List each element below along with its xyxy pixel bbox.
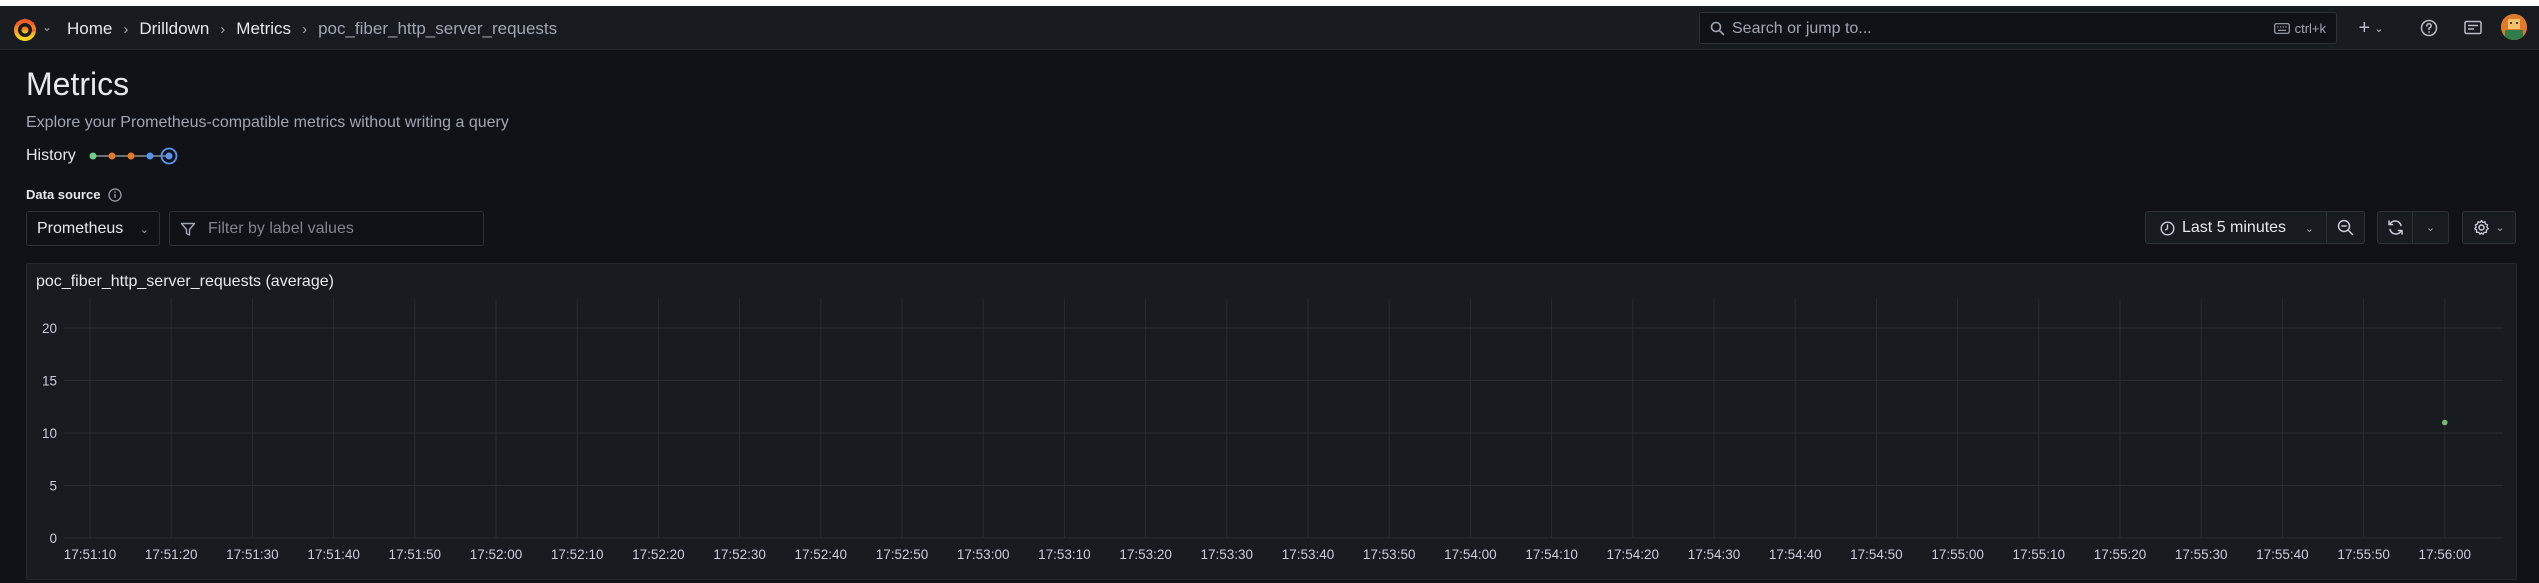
clock-icon [2160,221,2175,241]
plus-icon: + [2358,16,2371,39]
datasource-select[interactable]: Prometheus ⌄ [26,211,160,246]
x-tick-label: 17:53:00 [957,547,1010,562]
breadcrumb-home[interactable]: Home [67,19,112,39]
x-tick-label: 17:51:50 [389,547,442,562]
chevron-down-icon: ⌄ [2425,222,2436,234]
y-tick-label: 20 [42,321,57,336]
news-button[interactable] [2460,15,2486,41]
time-series-chart: 0 5 10 15 20 17:51:10 17:51:20 17:51:30 17:51:40… [42,299,2503,562]
zoom-out-button[interactable] [2327,211,2365,244]
label-filter-field[interactable] [169,211,484,246]
top-nav-bar: ⌄ Home › Drilldown › Metrics › poc_fiber… [0,6,2539,50]
history-timeline [89,147,178,165]
chevron-down-icon: ⌄ [139,224,149,236]
x-tick-label: 17:53:30 [1201,547,1254,562]
y-tick-label: 10 [42,426,57,441]
avatar[interactable] [2501,14,2527,40]
grafana-logo-icon[interactable] [12,16,40,42]
x-tick-label: 17:52:30 [713,547,766,562]
x-tick-label: 17:55:10 [2013,547,2066,562]
refresh-interval-dropdown[interactable]: ⌄ [2413,211,2449,244]
breadcrumb-separator-icon: › [302,20,308,38]
x-tick-label: 17:55:00 [1931,547,1984,562]
x-tick-label: 17:53:50 [1363,547,1416,562]
chevron-down-icon: ⌄ [2495,222,2505,234]
help-icon [2420,19,2438,37]
chevron-down-icon: ⌄ [2304,223,2314,235]
breadcrumb-separator-icon: › [220,20,226,38]
x-tick-label: 17:52:00 [470,547,523,562]
breadcrumb-metrics[interactable]: Metrics [236,19,291,39]
page-subtitle: Explore your Prometheus-compatible metri… [26,114,509,131]
time-range-label: Last 5 minutes [2182,219,2287,236]
history-step[interactable] [127,152,135,160]
x-tick-label: 17:51:20 [145,547,198,562]
info-icon[interactable] [108,187,123,202]
y-tick-label: 15 [42,374,57,389]
x-tick-label: 17:54:10 [1525,547,1578,562]
x-tick-label: 17:55:50 [2337,547,2390,562]
help-button[interactable] [2416,15,2442,41]
search-shortcut-label: ctrl+k [2294,21,2326,36]
history-step[interactable] [146,152,154,160]
add-new-button[interactable]: + ⌄ [2352,15,2390,41]
datasource-value: Prometheus [37,219,124,237]
x-tick-label: 17:51:30 [226,547,279,562]
search-shortcut: ctrl+k [2273,21,2326,36]
x-tick-label: 17:51:40 [307,547,360,562]
breadcrumb-current-metric: poc_fiber_http_server_requests [318,19,558,38]
x-tick-label: 17:53:10 [1038,547,1091,562]
search-bar[interactable]: Search or jump to... ctrl+k [1699,12,2337,44]
time-range-picker[interactable]: Last 5 minutes ⌄ [2145,211,2327,244]
zoom-out-icon [2337,219,2354,236]
label-filter-input[interactable] [208,218,478,240]
refresh-button[interactable] [2377,211,2413,244]
logo-chevron-down-icon[interactable]: ⌄ [42,20,52,34]
x-tick-label: 17:53:40 [1282,547,1335,562]
x-tick-label: 17:55:30 [2175,547,2228,562]
x-tick-label: 17:54:40 [1769,547,1822,562]
x-tick-label: 17:55:20 [2094,547,2147,562]
news-icon [2464,20,2482,35]
filter-icon [180,222,196,242]
x-tick-label: 17:54:00 [1444,547,1497,562]
history-step[interactable] [108,152,116,160]
breadcrumb-drilldown[interactable]: Drilldown [139,19,209,39]
history-label: History [26,147,76,164]
x-tick-label: 17:55:40 [2256,547,2309,562]
x-tick-label: 17:51:10 [64,547,117,562]
y-tick-label: 5 [49,479,57,494]
y-tick-label: 0 [49,531,57,546]
search-placeholder: Search or jump to... [1732,20,1872,37]
history-bar: History [26,146,188,166]
datasource-label-row: Data source [26,187,123,202]
settings-button[interactable]: ⌄ [2462,211,2516,244]
gear-icon [2474,219,2490,235]
x-tick-label: 17:56:00 [2419,547,2472,562]
refresh-icon [2387,220,2403,235]
datasource-label: Data source [26,187,101,202]
keyboard-icon [2273,23,2290,34]
search-icon [1710,21,1725,41]
data-point[interactable] [2442,419,2448,426]
x-tick-label: 17:52:40 [795,547,848,562]
page-title: Metrics [26,66,130,102]
history-step[interactable] [89,152,97,160]
history-step-current[interactable] [165,152,173,160]
x-tick-label: 17:54:50 [1850,547,1903,562]
x-tick-label: 17:53:20 [1119,547,1172,562]
breadcrumb: Home › Drilldown › Metrics › poc_fiber_h… [67,17,557,41]
x-tick-label: 17:54:20 [1607,547,1660,562]
x-tick-label: 17:52:10 [551,547,604,562]
x-tick-label: 17:52:50 [876,547,929,562]
x-tick-label: 17:54:30 [1688,547,1741,562]
metric-panel: poc_fiber_http_server_requests (average)… [26,263,2517,580]
chevron-down-icon: ⌄ [2374,22,2384,35]
breadcrumb-separator-icon: › [123,20,129,38]
x-tick-label: 17:52:20 [632,547,685,562]
